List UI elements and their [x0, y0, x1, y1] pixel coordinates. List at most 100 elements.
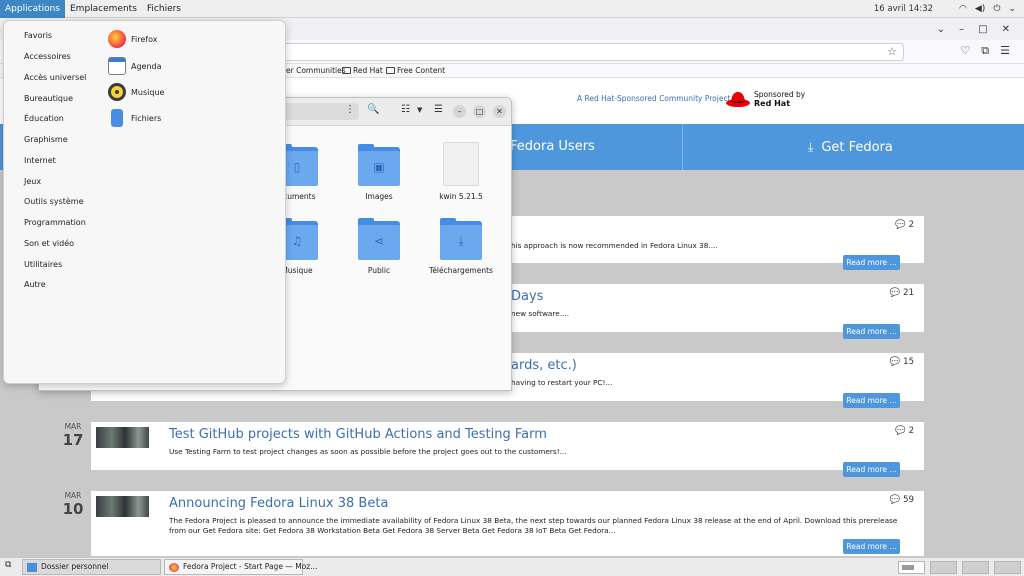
category-autre[interactable]: Autre — [24, 280, 46, 289]
app-musique[interactable]: Musique — [108, 81, 164, 103]
post-title[interactable]: Days — [511, 289, 543, 304]
comment-count[interactable]: 💬 15 — [890, 357, 914, 367]
file-icon — [443, 142, 479, 186]
app-agenda[interactable]: Agenda — [108, 55, 162, 77]
task-label: Fedora Project - Start Page — Moz... — [183, 562, 318, 571]
post-thumbnail[interactable] — [96, 496, 149, 517]
workspace-3[interactable] — [962, 561, 989, 574]
clock[interactable]: 16 avril 14:32 — [874, 4, 933, 14]
nav-get-fedora-label: Get Fedora — [821, 140, 893, 155]
category-acces-universel[interactable]: Accès universel — [24, 73, 86, 82]
comment-count[interactable]: 💬 2 — [895, 220, 914, 230]
power-icon[interactable]: ⏻ — [993, 4, 1000, 14]
app-label: Musique — [131, 87, 165, 97]
post-title[interactable]: Test GitHub projects with GitHub Actions… — [169, 427, 547, 442]
calendar-icon — [108, 57, 126, 75]
post-title[interactable]: ards, etc.) — [511, 358, 577, 373]
category-utilitaires[interactable]: Utilitaires — [24, 260, 62, 269]
category-favoris[interactable]: Favoris — [24, 31, 52, 40]
task-dossier-personnel[interactable]: Dossier personnel — [22, 559, 161, 575]
app-label: Firefox — [131, 34, 158, 44]
menu-fichiers[interactable]: Fichiers — [142, 0, 186, 18]
workspace-4[interactable] — [994, 561, 1021, 574]
post-date-month: MAR — [64, 491, 82, 500]
minimize-icon[interactable]: – — [453, 105, 466, 118]
tab-list-chevron-icon[interactable]: ⌄ — [937, 24, 945, 35]
folder-images[interactable]: ▣ Images — [339, 144, 419, 201]
search-icon[interactable]: 🔍 — [367, 104, 379, 115]
minimize-icon[interactable]: – — [959, 24, 964, 35]
image-icon: ▣ — [373, 160, 385, 174]
show-desktop-icon[interactable]: ⧉ — [5, 560, 11, 570]
category-internet[interactable]: Internet — [24, 156, 56, 165]
bookmark-communities[interactable]: er Communities — [286, 66, 346, 75]
comment-count[interactable]: 💬 2 — [895, 426, 914, 436]
post-excerpt: new software.... — [511, 309, 570, 318]
hamburger-menu-icon[interactable]: ☰ — [1000, 44, 1010, 58]
url-bar[interactable]: ☆ — [270, 43, 904, 61]
wifi-icon[interactable]: ◠ — [959, 4, 967, 14]
list-view-icon[interactable]: ☷ — [401, 104, 410, 115]
post-title[interactable]: Announcing Fedora Linux 38 Beta — [169, 496, 388, 511]
top-panel: Applications Emplacements Fichiers 16 av… — [0, 0, 1024, 18]
red-hat-logo-icon — [726, 92, 750, 107]
maximize-icon[interactable]: □ — [473, 105, 486, 118]
nav-get-fedora[interactable]: ⤓ Get Fedora — [808, 124, 893, 170]
read-more-button[interactable]: Read more ... — [843, 255, 900, 270]
category-son-et-video[interactable]: Son et vidéo — [24, 239, 74, 248]
download-icon: ⤓ — [808, 140, 814, 154]
post-thumbnail[interactable] — [96, 427, 149, 448]
pocket-icon[interactable]: ♡ — [960, 44, 970, 58]
category-graphisme[interactable]: Graphisme — [24, 135, 68, 144]
folder-icon — [342, 67, 351, 74]
extensions-icon[interactable]: ⧉ — [981, 44, 989, 58]
read-more-button[interactable]: Read more ... — [843, 462, 900, 477]
bottom-taskbar: ⧉ Dossier personnel Fedora Project - Sta… — [0, 557, 1024, 576]
close-icon[interactable]: ✕ — [493, 105, 506, 118]
comment-count[interactable]: 💬 21 — [890, 288, 914, 298]
post-date: MAR 17 — [58, 422, 88, 449]
category-accessoires[interactable]: Accessoires — [24, 52, 71, 61]
post-date-day: 17 — [62, 431, 84, 449]
menu-emplacements[interactable]: Emplacements — [65, 0, 142, 18]
read-more-button[interactable]: Read more ... — [843, 539, 900, 554]
folder-telechargements[interactable]: ⤓ Téléchargements — [421, 218, 501, 275]
maximize-icon[interactable]: □ — [978, 24, 987, 35]
menu-applications[interactable]: Applications — [0, 0, 65, 18]
read-more-button[interactable]: Read more ... — [843, 393, 900, 408]
hamburger-menu-icon[interactable]: ☰ — [434, 104, 443, 115]
post-excerpt: having to restart your PC!... — [511, 378, 613, 387]
app-fichiers[interactable]: Fichiers — [108, 107, 161, 129]
folder-public[interactable]: ⋖ Public — [339, 218, 419, 275]
close-icon[interactable]: ✕ — [1002, 24, 1010, 35]
category-education[interactable]: Éducation — [24, 114, 64, 123]
bookmark-label: Free Content — [397, 66, 446, 75]
kebab-menu-icon[interactable]: ⋮ — [345, 104, 355, 115]
sponsor-text[interactable]: A Red Hat-Sponsored Community Project — [577, 94, 731, 103]
workspace-2[interactable] — [930, 561, 957, 574]
workspace-1[interactable] — [898, 561, 925, 574]
firefox-icon — [169, 563, 179, 572]
path-bar[interactable]: ⋮ — [279, 103, 359, 120]
category-jeux[interactable]: Jeux — [24, 177, 41, 186]
post-date: MAR 10 — [58, 491, 88, 518]
chevron-down-icon[interactable]: ⌄ — [1008, 4, 1016, 14]
category-outils-systeme[interactable]: Outils système — [24, 197, 84, 206]
read-more-button[interactable]: Read more ... — [843, 324, 900, 339]
app-firefox[interactable]: Firefox — [108, 28, 157, 50]
download-icon: ⤓ — [458, 234, 464, 248]
volume-icon[interactable]: ◀) — [975, 4, 985, 14]
app-label: Fichiers — [131, 113, 162, 123]
comment-count[interactable]: 💬 59 — [890, 495, 914, 505]
file-kwin[interactable]: kwin 5.21.5 — [421, 142, 501, 201]
bookmark-label: Red Hat — [353, 66, 383, 75]
category-bureautique[interactable]: Bureautique — [24, 94, 73, 103]
bookmark-red-hat[interactable]: Red Hat — [342, 66, 383, 75]
item-label: Public — [367, 266, 391, 275]
task-firefox[interactable]: Fedora Project - Start Page — Moz... — [164, 559, 317, 575]
category-programmation[interactable]: Programmation — [24, 218, 86, 227]
bookmark-star-icon[interactable]: ☆ — [887, 45, 897, 58]
bookmark-free-content[interactable]: Free Content — [386, 66, 445, 75]
nav-fedora-users[interactable]: Fedora Users — [510, 124, 595, 170]
view-options-chevron-icon[interactable]: ▼ — [417, 106, 422, 114]
